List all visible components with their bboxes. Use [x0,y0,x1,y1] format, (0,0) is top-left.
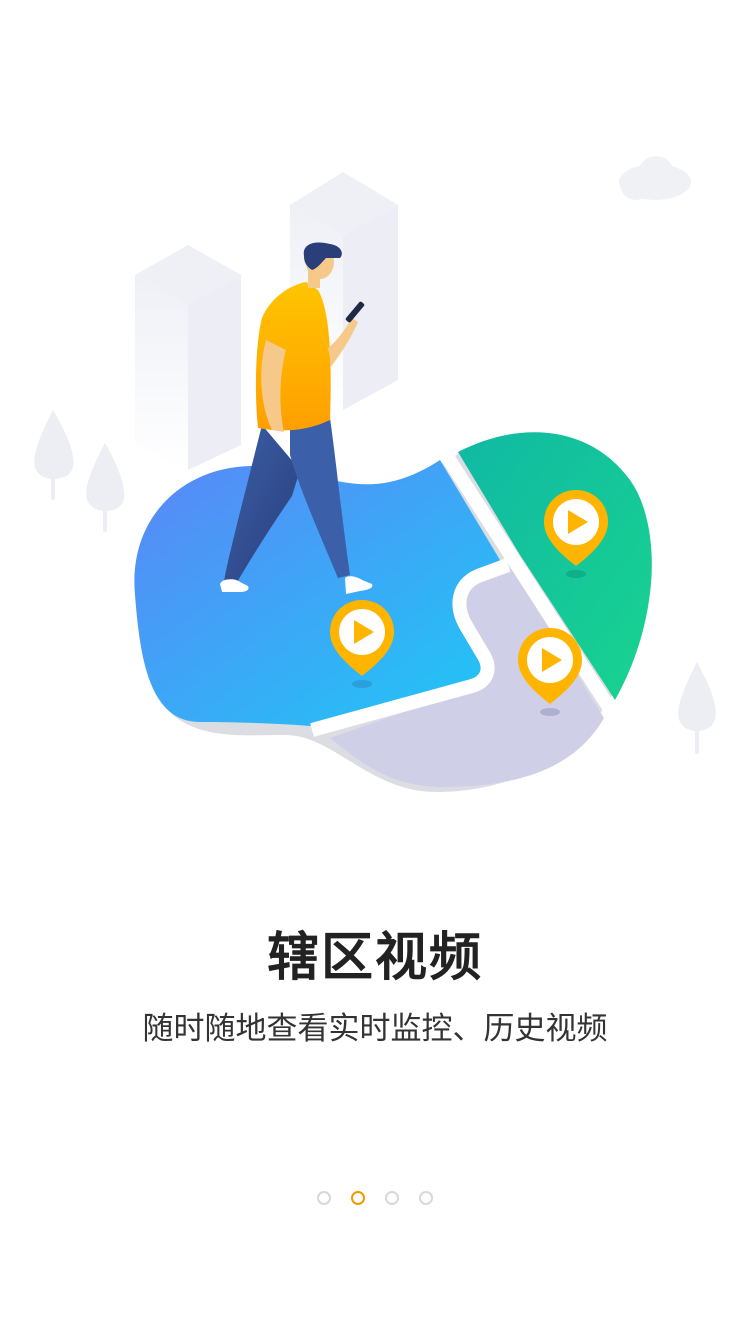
page-indicator-dot-3[interactable] [385,1191,399,1205]
page-subtitle: 随时随地查看实时监控、历史视频 [142,1011,608,1047]
page-indicator-dot-4[interactable] [419,1191,433,1205]
tree-icon [678,662,716,754]
onboarding-screen: 辖区视频 随时随地查看实时监控、历史视频 [0,0,750,1334]
building-icon [135,245,241,470]
map-illustration [34,156,716,793]
page-title: 辖区视频 [266,928,483,988]
tree-icon [34,410,74,500]
page-indicator-dot-2-active[interactable] [351,1191,365,1205]
cloud-icon [619,156,691,200]
tree-icon [86,443,125,532]
page-indicator-dot-1[interactable] [317,1191,331,1205]
page-indicator [0,1191,750,1205]
